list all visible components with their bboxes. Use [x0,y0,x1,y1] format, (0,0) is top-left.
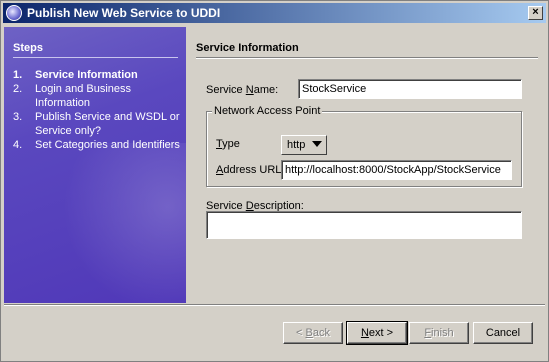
step-label: Set Categories and Identifiers [35,139,180,151]
step-item: 3. Publish Service and WSDL or Service on… [13,110,183,138]
app-globe-icon [6,5,22,21]
finish-button[interactable]: Finish [409,322,469,344]
type-select-value: http [287,139,306,151]
footer-divider [4,304,545,306]
service-information-panel: Service Information Service Name: StockS… [187,27,545,303]
steps-list: 1. Service Information 2. Login and Busines… [13,68,183,152]
step-number: 3. [13,111,23,123]
sidebar-decoration [4,143,186,303]
chevron-down-icon[interactable] [312,141,322,147]
step-item: 4. Set Categories and Identifiers [13,138,183,152]
type-label: Type [216,138,240,150]
address-url-input[interactable]: http://localhost:8000/StockApp/StockServ… [281,160,512,180]
step-number: 2. [13,83,23,95]
steps-divider [13,57,178,58]
close-icon[interactable]: × [528,6,543,20]
window-title: Publish New Web Service to UDDI [27,6,221,20]
step-number: 1. [13,69,23,81]
network-access-point-title: Network Access Point [212,105,323,117]
title-bar[interactable]: Publish New Web Service to UDDI × [3,3,546,23]
panel-divider [196,57,538,59]
service-description-input[interactable] [206,211,522,239]
address-url-label: Address URL: [216,164,285,176]
step-number: 4. [13,139,23,151]
back-button[interactable]: < Back [283,322,343,344]
step-item: 1. Service Information [13,68,183,82]
steps-heading: Steps [13,42,43,54]
steps-sidebar: Steps 1. Service Information 2. Login and B… [4,27,186,303]
cancel-button[interactable]: Cancel [473,322,533,344]
step-label: Login and Business Information [35,83,132,109]
next-button[interactable]: Next > [346,321,408,345]
panel-heading: Service Information [196,42,299,54]
publish-wizard-dialog: Publish New Web Service to UDDI × Steps … [0,0,549,362]
step-label: Publish Service and WSDL or Service only… [35,111,180,137]
step-label: Service Information [35,69,138,81]
step-item: 2. Login and Business Information [13,82,183,110]
service-name-input[interactable]: StockService [298,79,522,99]
type-select[interactable]: http [281,135,327,155]
service-name-label: Service Name: [206,84,279,96]
